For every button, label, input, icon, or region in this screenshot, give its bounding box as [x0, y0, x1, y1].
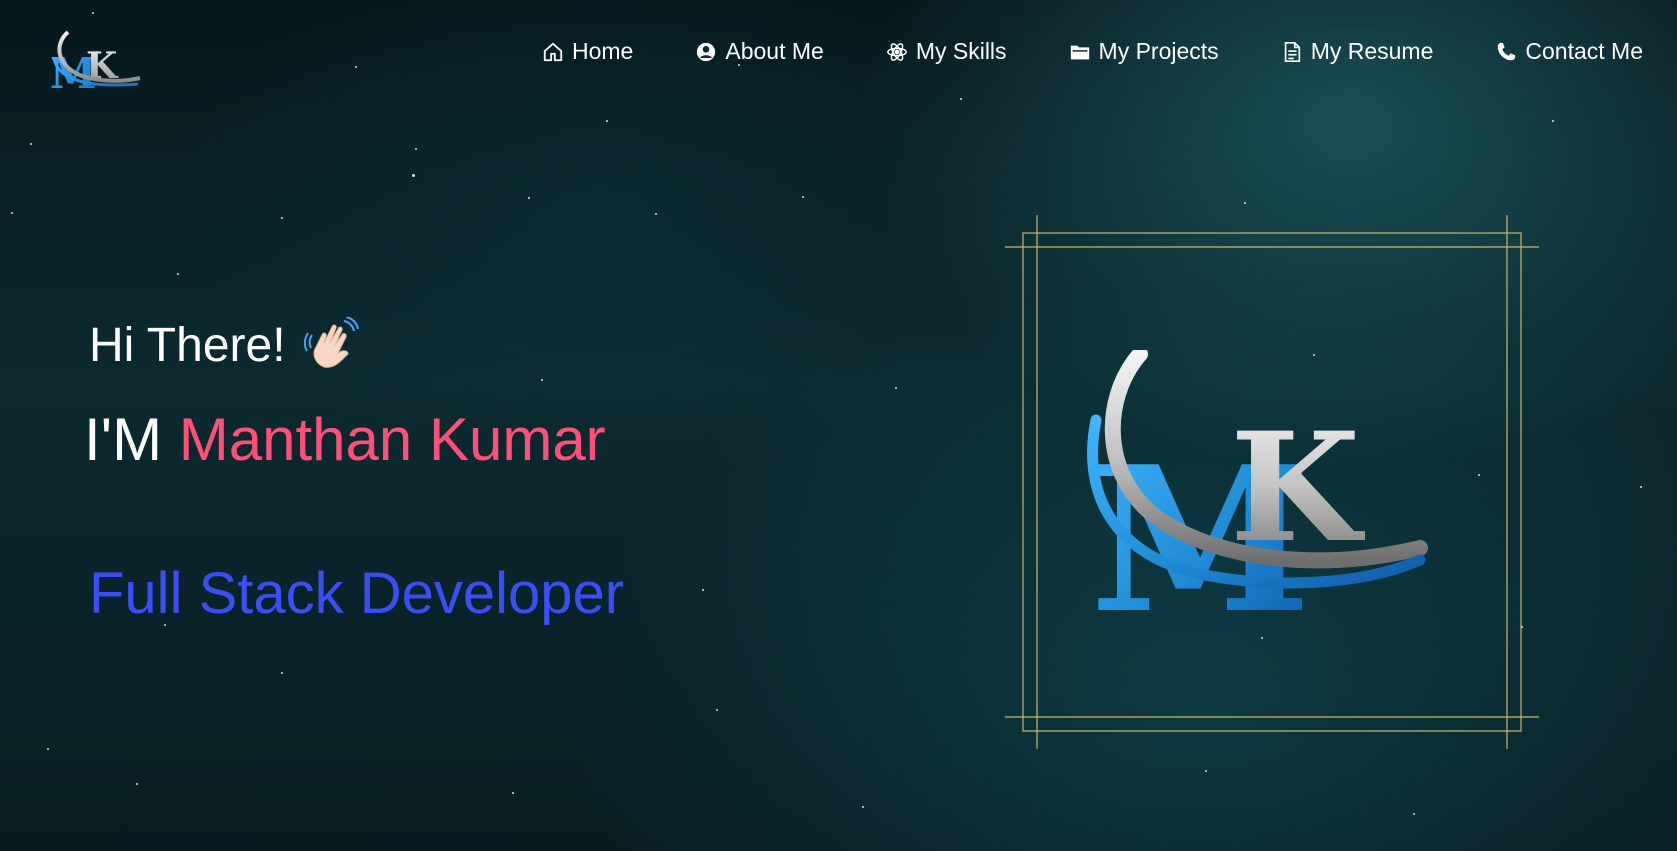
hero-name: Manthan Kumar	[178, 406, 606, 473]
nav-item-label: About Me	[725, 38, 824, 64]
nav-item-label: My Skills	[915, 38, 1007, 64]
nav-item-label: My Resume	[1310, 38, 1434, 64]
nav-item-contact[interactable]: Contact Me	[1495, 38, 1643, 65]
hero-greeting: Hi There!	[89, 317, 360, 373]
nav-item-about[interactable]: About Me	[695, 38, 824, 65]
home-icon	[542, 41, 564, 63]
phone-icon	[1495, 41, 1517, 63]
nav-item-label: Contact Me	[1525, 38, 1643, 64]
nav-links: Home About Me My Skills My Projects My R…	[542, 38, 1643, 65]
mk-logo-icon: M K	[1087, 346, 1428, 658]
hero-role: Full Stack Developer	[89, 561, 625, 626]
nav-item-projects[interactable]: My Projects	[1069, 38, 1219, 65]
nav-item-label: Home	[572, 38, 634, 64]
waving-hand-icon	[303, 317, 360, 373]
document-icon	[1281, 41, 1303, 63]
nav-item-resume[interactable]: My Resume	[1281, 38, 1434, 65]
hero-name-heading: I'M Manthan Kumar	[84, 405, 606, 474]
user-circle-icon	[695, 41, 717, 63]
mk-logo-icon: M K	[50, 30, 141, 98]
greeting-text: Hi There!	[89, 318, 286, 372]
top-navbar: M K Home About Me My Skills My Projects …	[0, 0, 1677, 112]
folder-icon	[1069, 41, 1091, 63]
nav-item-home[interactable]: Home	[542, 38, 633, 65]
nav-item-skills[interactable]: My Skills	[886, 38, 1007, 65]
atom-icon	[886, 41, 908, 63]
name-prefix: I'M	[84, 406, 179, 473]
nav-item-label: My Projects	[1098, 38, 1219, 64]
brand-logo[interactable]: M K	[48, 28, 146, 98]
hero-logo: M K	[1080, 346, 1460, 658]
